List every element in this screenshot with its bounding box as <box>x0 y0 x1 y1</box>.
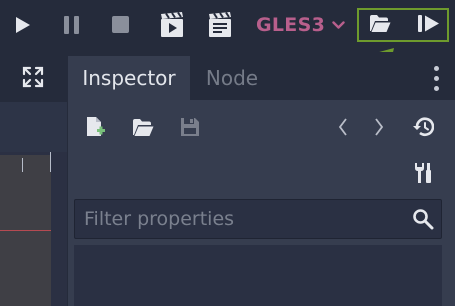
history-forward-icon[interactable] <box>374 118 384 136</box>
tab-inspector-label: Inspector <box>82 66 176 90</box>
expand-icon[interactable] <box>22 66 44 88</box>
ruler-tick <box>50 152 51 172</box>
x-axis-line <box>0 230 51 231</box>
tab-node-label: Node <box>205 66 259 90</box>
play-custom-scene-icon[interactable] <box>208 12 236 38</box>
stop-icon[interactable] <box>112 16 129 33</box>
renderer-label: GLES3 <box>256 14 326 36</box>
history-back-icon[interactable] <box>338 118 348 136</box>
tab-node[interactable]: Node <box>193 56 271 100</box>
pause-icon[interactable] <box>64 16 79 34</box>
new-resource-icon[interactable] <box>86 116 106 138</box>
filter-properties-input[interactable] <box>75 200 395 238</box>
ruler-tick <box>22 158 23 172</box>
play-scene-icon[interactable] <box>160 12 188 38</box>
folder-open-icon[interactable] <box>369 14 391 33</box>
filter-properties-field <box>74 199 442 239</box>
step-forward-icon[interactable] <box>418 15 440 32</box>
history-icon[interactable] <box>412 117 434 137</box>
menu-dot <box>434 66 439 71</box>
search-icon[interactable] <box>412 208 434 230</box>
properties-list[interactable] <box>74 245 442 306</box>
viewport-toolbar <box>0 52 67 102</box>
menu-dot <box>434 76 439 81</box>
play-icon[interactable] <box>15 16 31 34</box>
tab-inspector[interactable]: Inspector <box>68 56 190 100</box>
open-folder-icon[interactable] <box>132 118 154 137</box>
chevron-down-icon <box>332 20 345 30</box>
dock-menu-icon[interactable] <box>433 66 441 92</box>
ruler-vertical[interactable] <box>51 152 67 306</box>
renderer-dropdown[interactable]: GLES3 <box>256 12 345 38</box>
menu-dot <box>434 86 439 91</box>
save-icon[interactable] <box>180 117 200 137</box>
tools-icon[interactable] <box>413 162 433 184</box>
